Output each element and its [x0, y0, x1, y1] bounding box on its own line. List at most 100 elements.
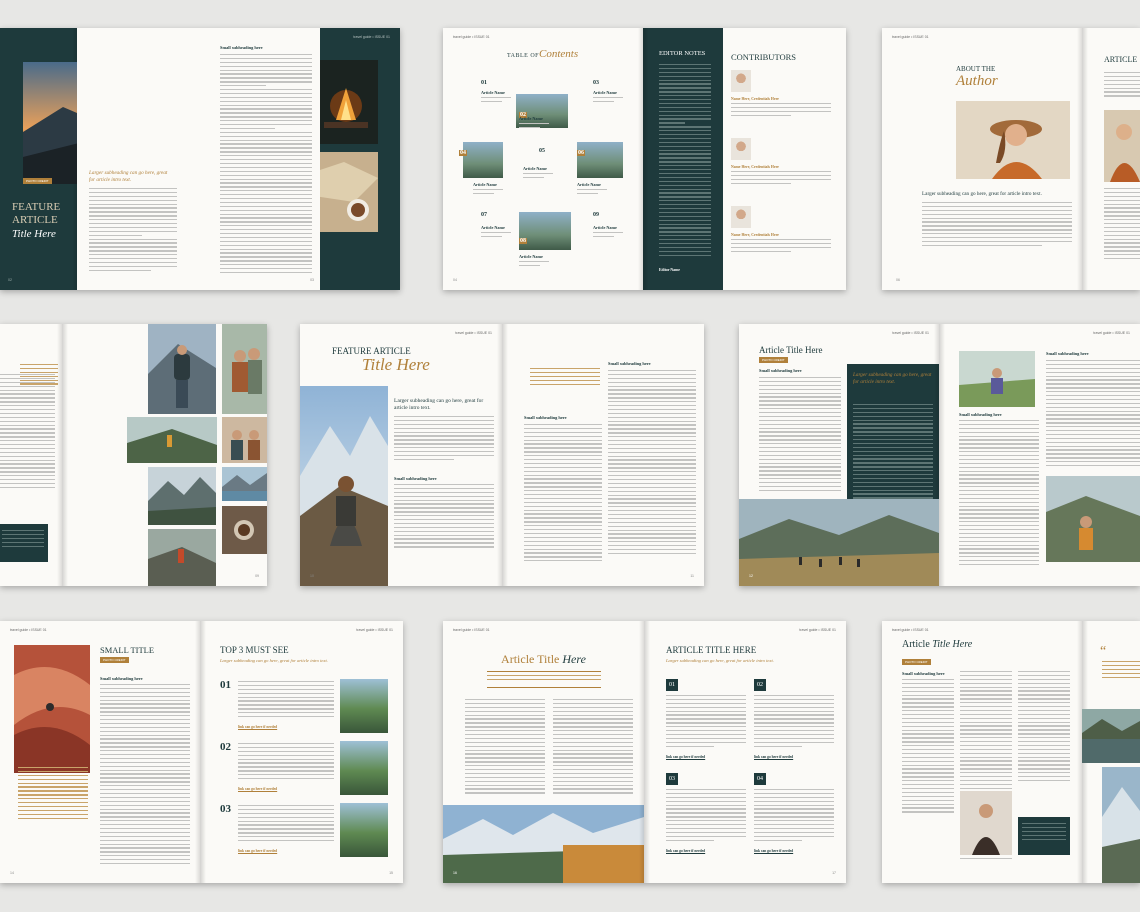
- page-article-dark-left: travel guide • ISSUE 01 Article Title He…: [739, 324, 939, 586]
- editor-notes-text: [659, 64, 711, 264]
- top3-number: 01: [220, 679, 231, 691]
- numbered-item-link[interactable]: link can go here if needed: [666, 755, 705, 759]
- toc-article-name[interactable]: Article Name: [481, 225, 505, 230]
- author-title-italic: Author: [956, 73, 998, 89]
- toc-article-name[interactable]: Article Name: [593, 90, 617, 95]
- contents-title-italic: Contents: [539, 48, 579, 60]
- contributor-bio: [731, 103, 831, 125]
- page-article-centered: travel guide • ISSUE 01 Article Title He…: [443, 621, 644, 883]
- numbered-item-box: 02: [754, 679, 766, 691]
- feature-title-line2: ARTICLE: [12, 214, 58, 226]
- author-title-small: ABOUT THE: [956, 65, 996, 73]
- avatar: [731, 70, 751, 92]
- page-about-author: travel guide • ISSUE 01 ABOUT THE Author…: [882, 28, 1082, 290]
- numbered-item-text: [666, 789, 746, 849]
- top3-link[interactable]: link can go here if needed: [238, 725, 277, 729]
- page-feature-middle: Larger subheading can go here, great for…: [77, 28, 320, 290]
- toc-article-name[interactable]: Article Name: [519, 254, 543, 259]
- top3-link[interactable]: link can go here if needed: [238, 787, 277, 791]
- running-header: travel guide • ISSUE 01: [10, 628, 47, 632]
- toc-number: 07: [481, 212, 487, 218]
- top3-text: [238, 805, 334, 849]
- toc-article-name[interactable]: Article Name: [593, 225, 617, 230]
- page-number-right: 03: [310, 278, 314, 282]
- page-number: 17: [832, 871, 836, 875]
- toc-article-name[interactable]: Article Name: [519, 116, 543, 121]
- article-center-text-col2: [553, 699, 633, 799]
- photo-two-hikers: [222, 417, 267, 463]
- numbered-item-link[interactable]: link can go here if needed: [754, 755, 793, 759]
- numbered-item-text: [754, 789, 834, 849]
- quote-text-right: [1102, 661, 1140, 691]
- spread-article-numbered: travel guide • ISSUE 01 Article Title He…: [443, 621, 846, 883]
- toc-thumbnail[interactable]: [577, 142, 623, 178]
- article-tag: PHOTO CREDIT: [759, 357, 788, 363]
- author-subheading: Larger subheading can go here, great for…: [922, 191, 1042, 197]
- page-article-right: ARTICLE: [1082, 28, 1140, 290]
- numbered-item-text: [666, 695, 746, 755]
- quote-body-text: [0, 374, 55, 524]
- numbered-item-link[interactable]: link can go here if needed: [754, 849, 793, 853]
- article-caps-subheading: Larger subheading can go here, great for…: [666, 658, 774, 663]
- photo-woman-hiker: [960, 791, 1012, 855]
- toc-thumbnail[interactable]: [463, 142, 503, 178]
- top3-title: TOP 3 MUST SEE: [220, 645, 289, 655]
- spread-feature-article: PHOTO CREDIT FEATURE ARTICLE Title Here …: [0, 28, 400, 290]
- page-top3: travel guide • ISSUE 01 TOP 3 MUST SEE L…: [200, 621, 403, 883]
- article-center-title: Article Title Here: [443, 652, 644, 667]
- page-number: 15: [389, 871, 393, 875]
- toc-number: 04: [459, 150, 467, 156]
- toc-article-desc: [481, 97, 511, 106]
- feature2-text-2: [394, 484, 494, 574]
- spread-article-last: travel guide • ISSUE 01 Article Title He…: [882, 621, 1140, 883]
- photo-hiker-cliff: [1046, 476, 1140, 562]
- numbered-item-box: 03: [666, 773, 678, 785]
- toc-thumbnail[interactable]: [519, 212, 571, 250]
- article-text-partial2: [1104, 188, 1140, 268]
- article-dark-small-subheading: Small subheading here: [759, 368, 802, 373]
- article-last-title-italic: Title Here: [932, 639, 973, 650]
- photo-mountain-ridge: [148, 467, 216, 525]
- photo-mountain-lake-panorama: [443, 805, 644, 883]
- photo-lake-mountains: [222, 467, 267, 501]
- top3-link[interactable]: link can go here if needed: [238, 849, 277, 853]
- page-number: 11: [690, 574, 694, 578]
- pull-quote: [530, 368, 600, 394]
- contributors-heading: CONTRIBUTORS: [731, 52, 797, 62]
- toc-article-name[interactable]: Article Name: [523, 166, 547, 171]
- page-number: 04: [453, 278, 457, 282]
- toc-article-name[interactable]: Article Name: [577, 182, 601, 187]
- photo-hiker-flowers: [959, 351, 1035, 407]
- top3-subheading: Larger subheading can go here, great for…: [220, 658, 328, 663]
- page-article-last-left: travel guide • ISSUE 01 Article Title He…: [882, 621, 1082, 883]
- article-title-partial: ARTICLE: [1104, 55, 1138, 64]
- page-contributors: CONTRIBUTORS Name Here, Credentials Here…: [723, 28, 846, 290]
- toc-article-name[interactable]: Article Name: [481, 90, 505, 95]
- title-rule-bottom: [487, 687, 601, 688]
- page-number-left: 02: [8, 278, 12, 282]
- photo-credit-tag: PHOTO CREDIT: [23, 178, 52, 184]
- photo-hiker-rocks: [148, 529, 216, 586]
- page-quote: “: [0, 324, 62, 586]
- feature-small-subheading: Small subheading here: [220, 45, 263, 50]
- page-feature2-right: Small subheading here Small subheading h…: [502, 324, 704, 586]
- page-editor-notes: EDITOR NOTES Editor Name: [643, 28, 723, 290]
- small-title-quote: [18, 767, 88, 847]
- avatar: [731, 138, 751, 160]
- article-center-title-plain: Article Title: [501, 652, 560, 666]
- page-table-of-contents: travel guide • ISSUE 01 TABLE OF Content…: [443, 28, 643, 290]
- toc-article-desc: [593, 232, 623, 241]
- toc-article-name[interactable]: Article Name: [473, 182, 497, 187]
- photo-tent-sunset: [23, 62, 77, 184]
- toc-article-desc: [519, 261, 549, 270]
- feature2-right-subheading: Small subheading here: [608, 361, 651, 366]
- spread-contents: travel guide • ISSUE 01 TABLE OF Content…: [443, 28, 846, 290]
- feature-body-text-col2: [220, 54, 312, 284]
- article-last-title: Article Title Here: [902, 639, 972, 650]
- top3-photo: [340, 803, 388, 857]
- article-last-callout-text: [1022, 823, 1066, 851]
- article-dark-subheading: Larger subheading can go here, great for…: [853, 372, 932, 385]
- small-title-tag: PHOTO CREDIT: [100, 657, 129, 663]
- numbered-item-link[interactable]: link can go here if needed: [666, 849, 705, 853]
- numbered-item-text: [754, 695, 834, 755]
